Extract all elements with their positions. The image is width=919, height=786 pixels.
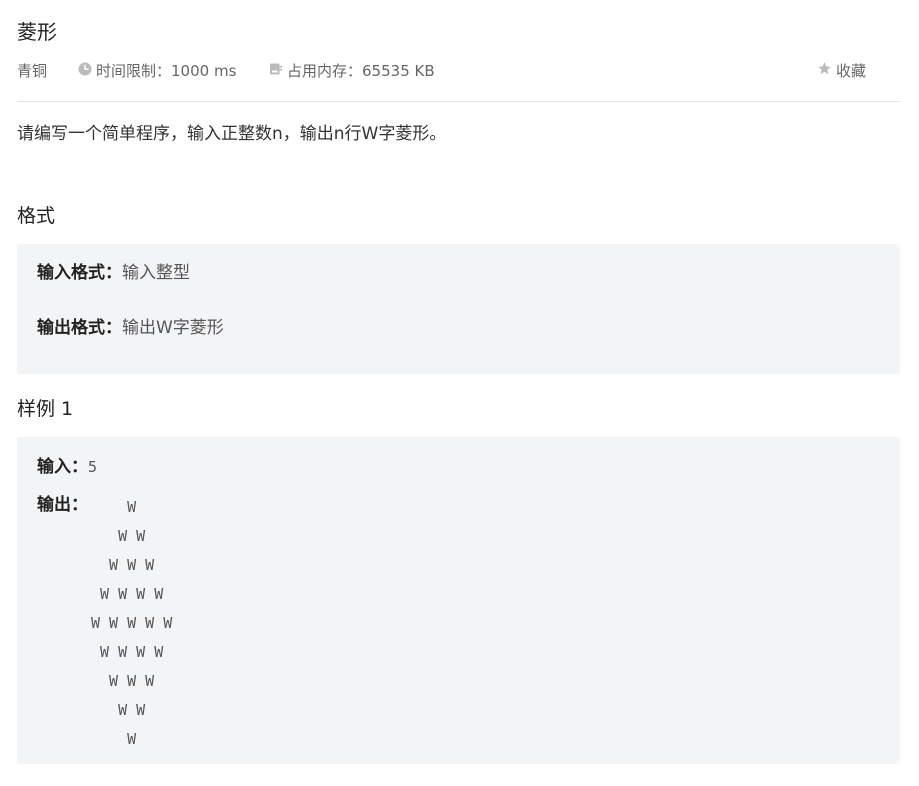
difficulty-badge: 青铜 — [17, 62, 48, 80]
sample-panel: 输入：5 输出： W W W W W W W W W W W W W W W W… — [17, 437, 900, 764]
memory-icon — [269, 60, 283, 82]
problem-title: 菱形 — [17, 20, 57, 44]
problem-page: 菱形 青铜 时间限制：1000 ms 占用内存：65535 KB 收藏 请编写一… — [0, 0, 919, 786]
output-format-value: 输出W字菱形 — [122, 318, 224, 338]
input-format-label: 输入格式： — [37, 263, 122, 283]
output-format-label: 输出格式： — [37, 318, 122, 338]
format-panel: 输入格式：输入整型 输出格式：输出W字菱形 — [17, 244, 900, 374]
favorite-label: 收藏 — [836, 62, 867, 80]
input-format-value: 输入整型 — [122, 263, 190, 283]
memory-limit-label: 占用内存： — [287, 62, 363, 80]
memory-limit: 占用内存：65535 KB — [269, 60, 435, 83]
problem-description: 请编写一个简单程序，输入正整数n，输出n行W字菱形。 — [17, 124, 447, 144]
time-limit-label: 时间限制： — [96, 62, 172, 80]
favorite-button[interactable]: 收藏 — [817, 60, 866, 83]
sample-input-row: 输入：5 — [37, 455, 97, 479]
header-divider — [17, 101, 900, 102]
clock-icon — [78, 60, 92, 82]
sample-output-value: W W W W W W W W W W W W W W W W W W W W … — [91, 498, 173, 748]
memory-limit-value: 65535 KB — [362, 62, 435, 80]
sample-input-value: 5 — [88, 458, 98, 476]
star-icon — [817, 60, 832, 82]
sample-output-label: 输出： — [37, 495, 88, 515]
sample-heading: 样例 1 — [17, 398, 74, 420]
input-format-row: 输入格式：输入整型 — [37, 261, 190, 285]
output-format-row: 输出格式：输出W字菱形 — [37, 316, 224, 340]
time-limit: 时间限制：1000 ms — [78, 60, 236, 83]
problem-meta-row: 青铜 时间限制：1000 ms 占用内存：65535 KB 收藏 — [17, 60, 900, 82]
sample-input-label: 输入： — [37, 457, 88, 477]
time-limit-value: 1000 ms — [171, 62, 237, 80]
format-heading: 格式 — [17, 205, 56, 227]
